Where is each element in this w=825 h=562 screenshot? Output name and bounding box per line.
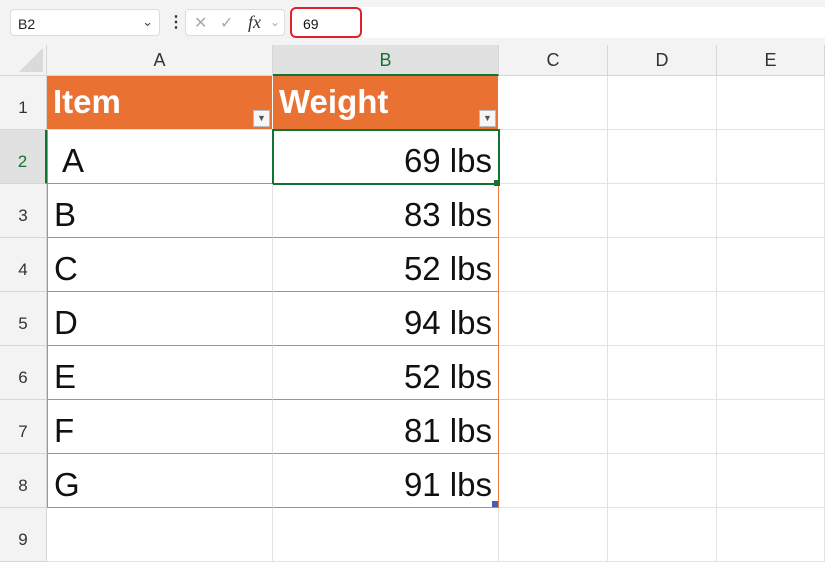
cell[interactable] (499, 130, 608, 184)
table-cell-item[interactable]: A (47, 130, 273, 184)
table-cell-item[interactable]: G (47, 454, 273, 508)
cancel-icon[interactable]: ✕ (194, 13, 207, 33)
cell[interactable] (499, 292, 608, 346)
table-cell-weight[interactable]: 94 lbs (273, 292, 499, 346)
table-resize-handle[interactable] (492, 501, 498, 507)
cell[interactable] (717, 454, 825, 508)
spreadsheet-grid: A B C D E 1 Item ▼ Weight ▼ 2 A 69 lbs 3 B 83 lbs 4… (0, 45, 825, 562)
cell[interactable] (47, 508, 273, 562)
cell[interactable] (608, 346, 717, 400)
header-label: Item (53, 83, 121, 120)
table-cell-weight[interactable]: 91 lbs (273, 454, 499, 508)
cell[interactable] (608, 130, 717, 184)
cell[interactable] (499, 238, 608, 292)
cell[interactable] (499, 184, 608, 238)
row-header-4[interactable]: 4 (0, 238, 47, 292)
table-cell-weight[interactable]: 52 lbs (273, 346, 499, 400)
table-cell-item[interactable]: E (47, 346, 273, 400)
fill-handle[interactable] (494, 180, 500, 186)
row-header-2[interactable]: 2 (0, 130, 47, 184)
table-cell-item[interactable]: F (47, 400, 273, 454)
confirm-icon[interactable]: ✓ (220, 13, 233, 33)
table-cell-weight[interactable]: 83 lbs (273, 184, 499, 238)
header-label: Weight (279, 83, 389, 120)
cell[interactable] (499, 76, 608, 130)
table-cell-item[interactable]: D (47, 292, 273, 346)
row-header-9[interactable]: 9 (0, 508, 47, 562)
table-cell-item[interactable]: B (47, 184, 273, 238)
row-header-7[interactable]: 7 (0, 400, 47, 454)
chevron-down-icon[interactable]: ⌄ (270, 15, 280, 29)
row-header-5[interactable]: 5 (0, 292, 47, 346)
cell[interactable] (499, 454, 608, 508)
cell[interactable] (499, 346, 608, 400)
cell[interactable] (717, 292, 825, 346)
column-header-e[interactable]: E (717, 45, 825, 76)
table-cell-weight[interactable]: 52 lbs (273, 238, 499, 292)
formula-bar: B2 ⌄ ⋮ ✕ ✓ fx ⌄ 69 (0, 0, 825, 45)
cell[interactable] (608, 400, 717, 454)
table-cell-item[interactable]: C (47, 238, 273, 292)
row-header-8[interactable]: 8 (0, 454, 47, 508)
cell[interactable] (717, 400, 825, 454)
filter-dropdown-icon[interactable]: ▼ (479, 110, 496, 127)
formula-input[interactable]: 69 (290, 7, 825, 38)
cell[interactable] (273, 508, 499, 562)
cell[interactable] (608, 238, 717, 292)
cell[interactable] (499, 508, 608, 562)
row-header-6[interactable]: 6 (0, 346, 47, 400)
column-header-d[interactable]: D (608, 45, 717, 76)
cell[interactable] (608, 292, 717, 346)
cell[interactable] (717, 76, 825, 130)
table-header-weight[interactable]: Weight ▼ (273, 76, 499, 130)
cell[interactable] (717, 130, 825, 184)
row-header-3[interactable]: 3 (0, 184, 47, 238)
cell[interactable] (717, 238, 825, 292)
cell[interactable] (717, 184, 825, 238)
row-header-1[interactable]: 1 (0, 76, 47, 130)
cell[interactable] (499, 400, 608, 454)
column-header-a[interactable]: A (47, 45, 273, 76)
cell[interactable] (608, 76, 717, 130)
chevron-down-icon[interactable]: ⌄ (142, 14, 153, 30)
cell[interactable] (608, 508, 717, 562)
formula-controls: ✕ ✓ fx ⌄ (185, 9, 285, 36)
cell[interactable] (608, 184, 717, 238)
column-header-c[interactable]: C (499, 45, 608, 76)
more-icon[interactable]: ⋮ (168, 12, 184, 32)
cell[interactable] (717, 508, 825, 562)
table-header-item[interactable]: Item ▼ (47, 76, 273, 130)
table-cell-weight[interactable]: 69 lbs (272, 129, 500, 185)
filter-dropdown-icon[interactable]: ▼ (253, 110, 270, 127)
table-cell-weight[interactable]: 81 lbs (273, 400, 499, 454)
cell[interactable] (717, 346, 825, 400)
select-all-button[interactable] (0, 45, 47, 76)
cell[interactable] (608, 454, 717, 508)
column-header-b[interactable]: B (273, 45, 499, 76)
insert-function-icon[interactable]: fx (248, 12, 261, 33)
name-box[interactable]: B2 ⌄ (10, 9, 160, 36)
